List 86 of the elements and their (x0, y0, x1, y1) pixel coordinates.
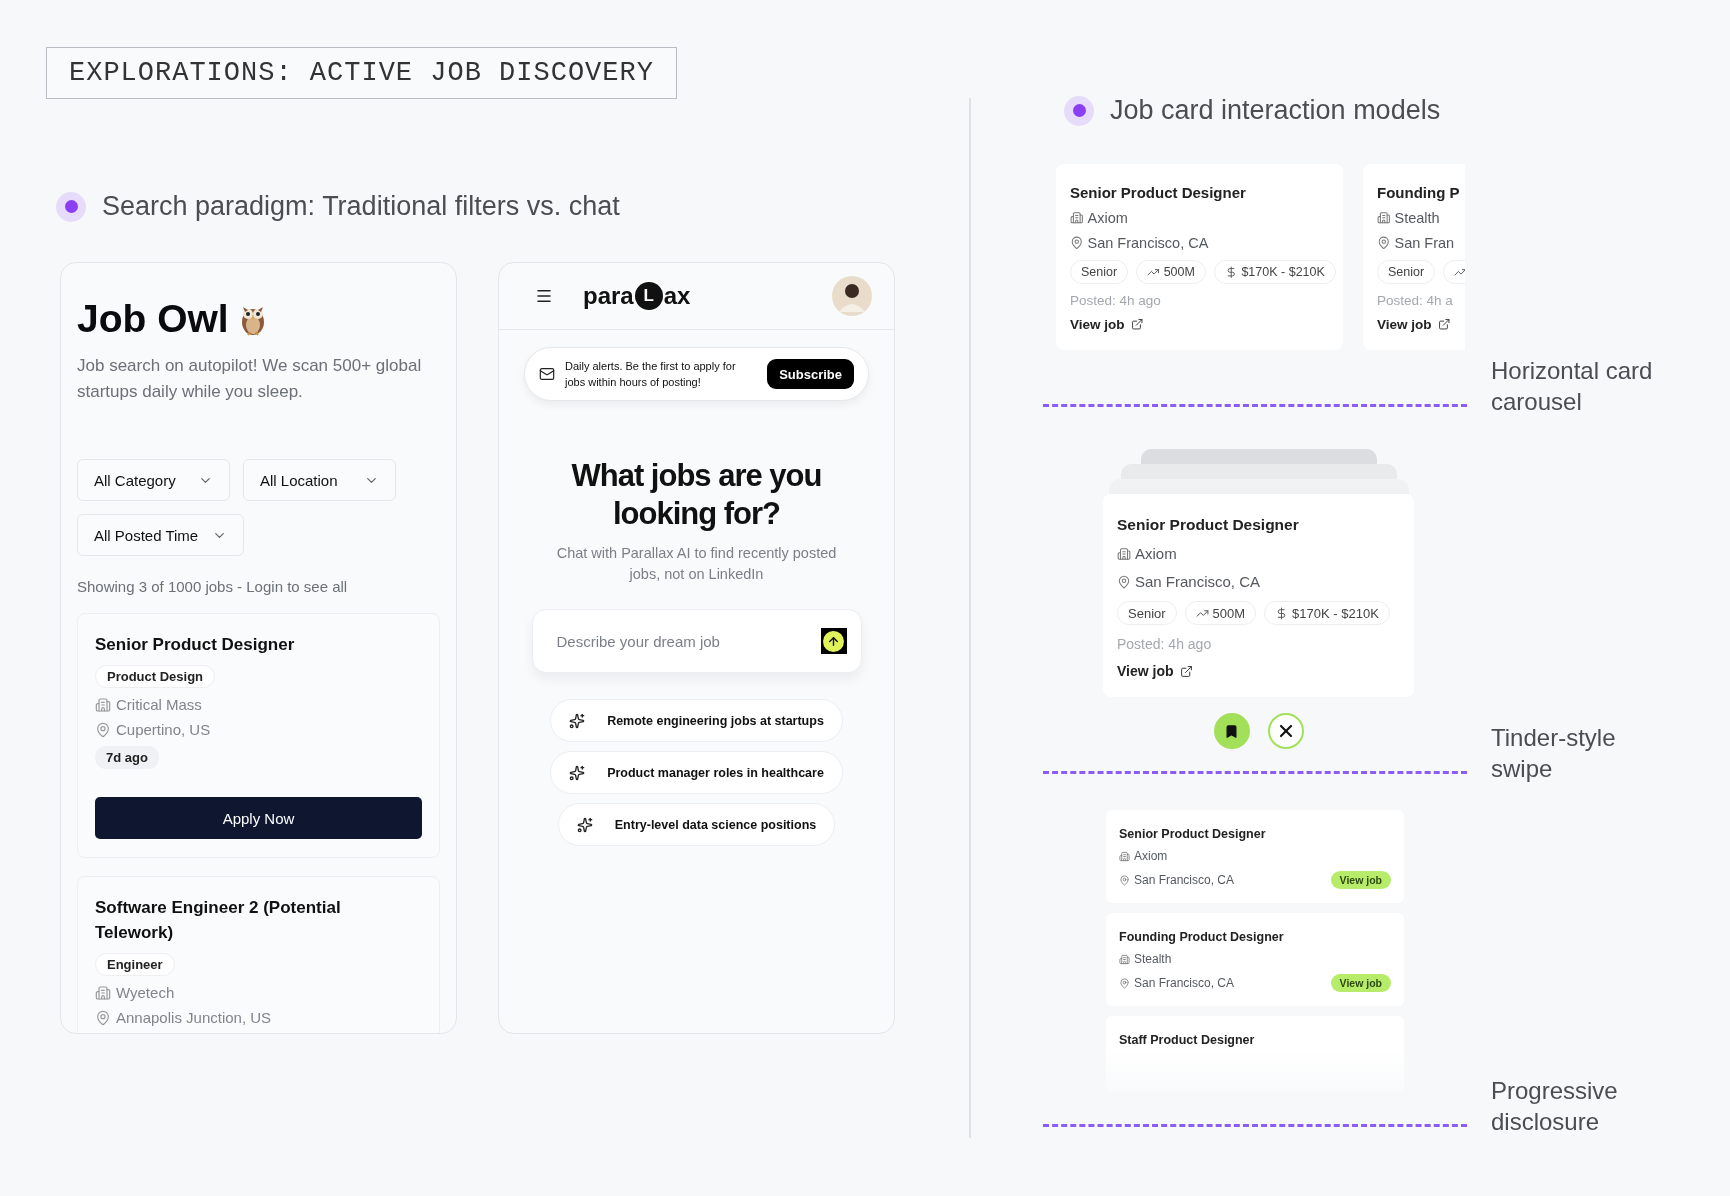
model-label: Horizontal card carousel (1491, 356, 1654, 417)
job-location: Annapolis Junction, US (116, 1009, 272, 1026)
building-icon (1070, 211, 1084, 225)
job-location: San Francisco, CA (1135, 573, 1261, 590)
logo: para L ax (583, 282, 691, 310)
job-title: Staff Product Designer (1119, 1033, 1256, 1047)
menu-icon[interactable] (535, 287, 553, 305)
location-icon (1070, 236, 1084, 250)
building-icon (1117, 546, 1131, 561)
sparkle-icon (569, 764, 586, 781)
location-icon (1117, 574, 1131, 589)
model-label: Progressive disclosure (1491, 1076, 1619, 1137)
company-name: Axiom (1087, 210, 1128, 226)
chat-subheading: Chat with Parallax AI to find recently posted jobs, not on LinkedIn (555, 544, 838, 584)
filter-dropdown[interactable]: All Location (243, 459, 396, 501)
posted-time: Posted: 4h ago (1070, 293, 1161, 308)
send-button[interactable] (820, 628, 847, 654)
posted-age: 7d ago (95, 746, 159, 769)
job-location: San Francisco, CA (1134, 976, 1235, 990)
job-title: Founding Product Designer (1119, 930, 1285, 944)
apply-button[interactable]: Apply Now (95, 797, 422, 839)
company-name: Wyetech (116, 984, 175, 1001)
app-description: Job search on autopilot! We scan 500+ global startups daily while you sleep. (77, 355, 423, 403)
view-job-link[interactable]: View job (1377, 317, 1450, 332)
posted-time: Posted: 4h ago (1117, 636, 1212, 652)
suggestion-chip[interactable]: Product manager roles in healthcare (550, 751, 843, 794)
company-name: Axiom (1135, 545, 1177, 562)
filter-dropdown[interactable]: All Category (77, 459, 230, 501)
company-name: Axiom (1134, 849, 1168, 863)
job-title: Senior Product Designer (1119, 827, 1267, 841)
filter-dropdown[interactable]: All Posted Time (77, 514, 245, 556)
category-tag: Engineer (95, 953, 175, 976)
sparkle-icon (576, 816, 593, 833)
chat-input[interactable]: Describe your dream job (554, 631, 821, 651)
location-icon (1119, 874, 1130, 886)
suggestion-chip[interactable]: Entry-level data science positions (557, 803, 836, 846)
building-icon (1119, 953, 1130, 965)
suggestion-chip[interactable]: Remote engineering jobs at startups (550, 699, 843, 742)
location-icon (1119, 977, 1130, 989)
results-count: Showing 3 of 1000 jobs - Login to see all (77, 578, 349, 595)
job-title: Founding P (1377, 184, 1460, 201)
close-button[interactable] (1267, 713, 1304, 749)
job-title: Senior Product Designer (1117, 516, 1299, 534)
job-title: Software Engineer 2 (Potential Telework) (95, 897, 342, 944)
category-tag: Product Design (95, 665, 216, 688)
building-icon (1119, 850, 1130, 862)
save-button[interactable] (1213, 713, 1250, 749)
external-link-icon (1179, 664, 1193, 678)
section-dot (1064, 95, 1094, 126)
avatar[interactable] (832, 276, 872, 316)
section-heading: Job card interaction models (1110, 95, 1441, 126)
app-title: Job Owl (77, 297, 229, 341)
external-link-icon (1437, 318, 1450, 331)
bookmark-icon (1224, 723, 1239, 739)
job-location: San Francisco, CA (1134, 873, 1235, 887)
section-heading: Search paradigm: Traditional filters vs. chat (102, 191, 620, 222)
model-label: Tinder-style swipe (1491, 723, 1617, 784)
job-title: Senior Product Designer (95, 634, 295, 656)
alert-text: Daily alerts. Be the first to apply for jobs within hours of posting! (565, 359, 737, 390)
building-icon (95, 696, 111, 713)
company-name: Critical Mass (116, 696, 202, 713)
view-job-button[interactable]: View job (1330, 871, 1391, 889)
external-link-icon (1130, 318, 1143, 331)
chat-heading: What jobs are you looking for? (570, 457, 823, 533)
company-name: Stealth (1394, 210, 1440, 226)
job-location: Cupertino, US (116, 721, 211, 738)
job-title: Senior Product Designer (1070, 184, 1246, 201)
job-location: San Francisco, CA (1087, 235, 1209, 251)
job-location: San Fran (1394, 235, 1455, 251)
view-job-link[interactable]: View job (1070, 317, 1143, 332)
location-icon (95, 721, 111, 738)
view-job-link[interactable]: View job (1117, 663, 1193, 679)
building-icon (95, 984, 111, 1001)
view-job-button[interactable]: View job (1330, 974, 1391, 992)
building-icon (1377, 211, 1391, 225)
mail-icon (539, 366, 555, 382)
subscribe-button[interactable]: Subscribe (767, 359, 854, 389)
company-name: Stealth (1134, 952, 1172, 966)
location-icon (95, 1009, 111, 1026)
arrow-up-icon (827, 634, 840, 648)
posted-time: Posted: 4h a (1377, 293, 1453, 308)
location-icon (1377, 236, 1391, 250)
sparkle-icon (569, 712, 586, 729)
section-dot (56, 191, 86, 222)
dollar-icon (1224, 265, 1238, 279)
page-title: EXPLORATIONS: ACTIVE JOB DISCOVERY (46, 47, 677, 99)
